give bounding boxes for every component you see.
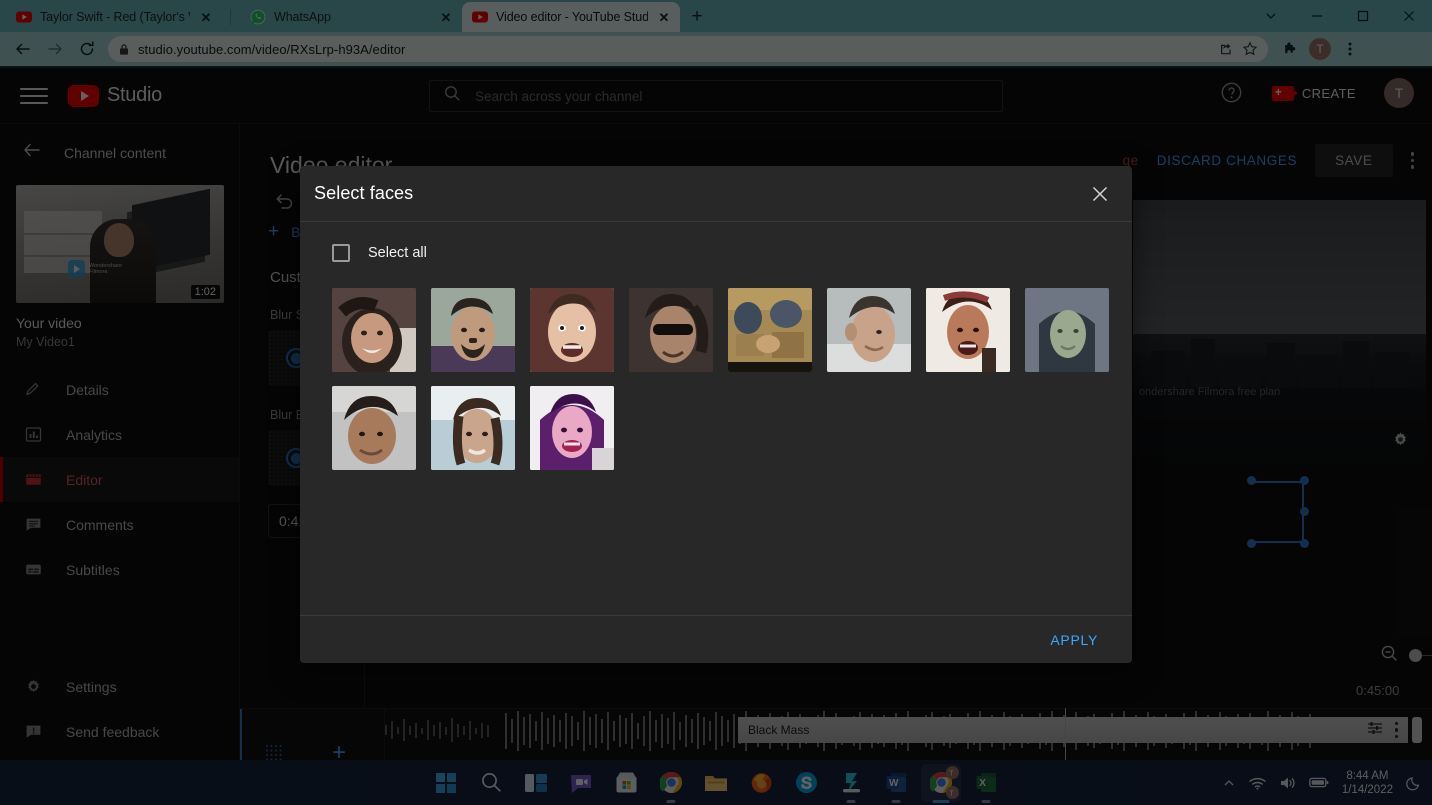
face-image (926, 288, 1010, 372)
dialog-title: Select faces (314, 183, 414, 203)
face-thumbnail-11[interactable] (530, 386, 614, 470)
face-thumbnail-6[interactable] (827, 288, 911, 372)
face-thumbnail-10[interactable] (431, 386, 515, 470)
face-image (332, 288, 416, 372)
face-thumbnail-8[interactable] (1025, 288, 1109, 372)
face-image (530, 386, 614, 470)
face-image (827, 288, 911, 372)
dialog-footer: APPLY (300, 615, 1132, 663)
dialog-body: Select all (300, 222, 1132, 615)
face-thumbnail-3[interactable] (530, 288, 614, 372)
face-image (629, 288, 713, 372)
apply-button[interactable]: APPLY (1050, 632, 1098, 648)
screen-root: Taylor Swift - Red (Taylor's Version ✕ W… (0, 0, 1432, 805)
face-image (431, 386, 515, 470)
select-faces-dialog: Select faces Select all APPLY (300, 166, 1132, 663)
close-icon[interactable] (1086, 180, 1114, 208)
face-image (1025, 288, 1109, 372)
face-thumbnail-9[interactable] (332, 386, 416, 470)
face-thumbnail-5[interactable] (728, 288, 812, 372)
faces-grid (332, 288, 1110, 470)
face-thumbnail-2[interactable] (431, 288, 515, 372)
face-thumbnail-1[interactable] (332, 288, 416, 372)
face-image (431, 288, 515, 372)
face-image (530, 288, 614, 372)
select-all-row[interactable]: Select all (332, 244, 1110, 262)
face-image (728, 288, 812, 372)
face-thumbnail-7[interactable] (926, 288, 1010, 372)
dialog-header: Select faces (300, 166, 1132, 222)
face-image (332, 386, 416, 470)
face-thumbnail-4[interactable] (629, 288, 713, 372)
select-all-label: Select all (368, 245, 427, 261)
select-all-checkbox[interactable] (332, 244, 350, 262)
